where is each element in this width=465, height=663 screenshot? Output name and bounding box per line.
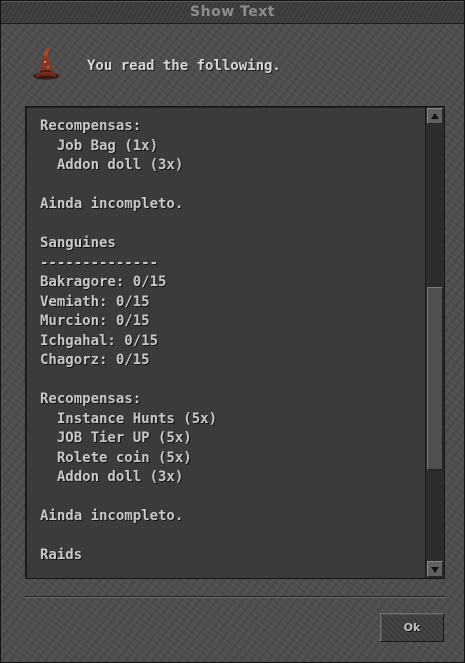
title-bar[interactable]: Show Text	[1, 1, 464, 24]
text-line: Addon doll (3x)	[40, 157, 184, 173]
window-title: Show Text	[190, 4, 275, 20]
text-content[interactable]: Recompensas: Job Bag (1x) Addon doll (3x…	[40, 117, 420, 566]
header-message: You read the following.	[87, 58, 281, 74]
text-line: Instance Hunts (5x)	[40, 410, 218, 427]
text-line: Ainda incompleto.	[40, 196, 184, 212]
arrow-up-icon	[431, 113, 439, 119]
ok-button[interactable]: Ok	[380, 613, 444, 642]
footer-divider	[25, 596, 445, 598]
text-line: Murcion: 0/15	[40, 313, 150, 329]
arrow-down-icon	[431, 567, 439, 573]
text-line: Addon doll (3x)	[40, 469, 184, 485]
show-text-window: Show Text You read the following. Recomp…	[0, 0, 465, 663]
scroll-up-button[interactable]	[427, 108, 443, 124]
text-line: Raids	[40, 547, 83, 563]
text-line: Ichgahal: 0/15	[40, 332, 159, 349]
text-line: Job Bag (1x)	[40, 137, 159, 154]
text-line: --------------	[40, 254, 159, 271]
text-line: Ainda incompleto.	[40, 508, 184, 524]
text-line: Vemiath: 0/15	[40, 293, 150, 310]
text-line: Bakragore: 0/15	[40, 274, 167, 290]
text-line: Recompensas:	[40, 118, 142, 134]
text-line: Recompensas:	[40, 391, 142, 407]
scroll-down-button[interactable]	[427, 561, 443, 577]
text-line: Sanguines	[40, 235, 116, 251]
text-line: Chagorz: 0/15	[40, 352, 150, 368]
vertical-scrollbar[interactable]	[425, 107, 444, 578]
wizard-hat-icon	[33, 47, 59, 80]
ok-button-label: Ok	[403, 621, 421, 634]
text-line: Rolete coin (5x)	[40, 449, 192, 466]
scroll-thumb[interactable]	[427, 287, 443, 470]
text-line: JOB Tier UP (5x)	[40, 430, 192, 446]
text-panel[interactable]: Recompensas: Job Bag (1x) Addon doll (3x…	[25, 106, 445, 579]
